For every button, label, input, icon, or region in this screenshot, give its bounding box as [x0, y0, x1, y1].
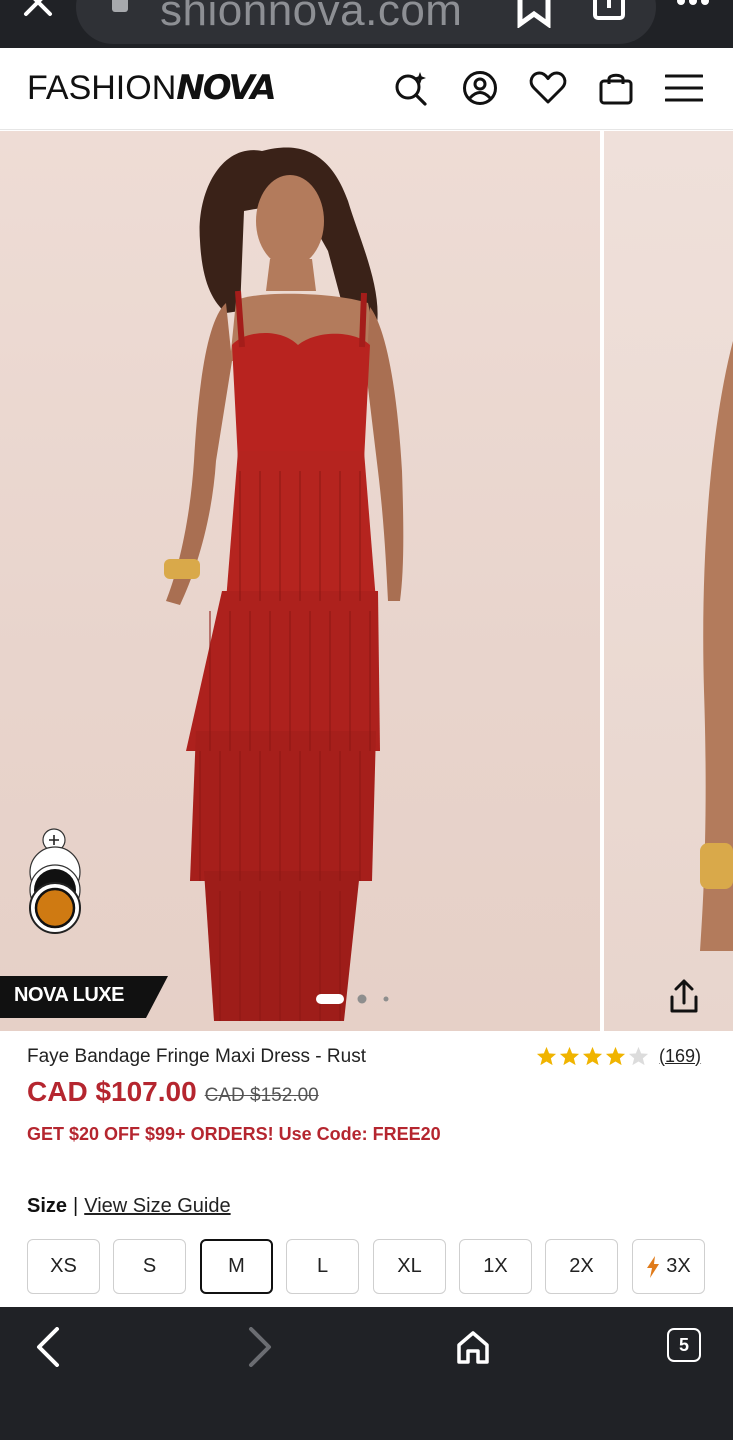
size-option-label: S — [142, 1255, 157, 1277]
size-label: Size — [27, 1195, 68, 1217]
rating-stars — [536, 1046, 649, 1066]
size-option-label: XL — [397, 1255, 422, 1277]
size-option-xl[interactable]: XL — [373, 1239, 446, 1294]
color-swatch-picker[interactable] — [26, 826, 84, 938]
size-option-label: 3X — [666, 1255, 691, 1277]
logo-bold-text: NOVA — [176, 68, 276, 108]
site-header: FASHIONNOVA — [0, 48, 733, 130]
shopping-bag-icon[interactable] — [596, 68, 636, 108]
size-option-xs[interactable]: XS — [27, 1239, 100, 1294]
more-options-icon[interactable] — [676, 0, 710, 6]
sale-price: CAD $107.00 — [27, 1076, 197, 1107]
compare-price: CAD $152.00 — [204, 1085, 319, 1106]
lock-icon — [112, 0, 128, 12]
size-option-s[interactable]: S — [113, 1239, 186, 1294]
size-option-label: XS — [50, 1255, 77, 1277]
hamburger-menu-icon[interactable] — [664, 68, 704, 108]
product-image-next[interactable] — [604, 131, 733, 1031]
size-option-label: L — [316, 1255, 329, 1277]
product-rating[interactable]: (169) — [536, 1044, 701, 1068]
size-separator: | — [73, 1195, 79, 1217]
size-selector: XS S M L XL 1X 2X 3X — [27, 1239, 705, 1294]
promo-banner: GET $20 OFF $99+ ORDERS! Use Code: FREE2… — [27, 1124, 441, 1144]
gallery-pagination-dots[interactable] — [316, 993, 396, 1005]
price-row: CAD $107.00 CAD $152.00 — [27, 1076, 319, 1108]
tabs-count-button[interactable]: 5 — [667, 1328, 701, 1362]
nova-luxe-badge: NOVA LUXE — [0, 976, 168, 1018]
reader-mode-icon[interactable] — [592, 0, 626, 22]
review-count-link[interactable]: (169) — [659, 1046, 701, 1067]
size-label-row: Size | View Size Guide — [27, 1195, 231, 1218]
model-in-dress-image — [164, 147, 404, 1021]
fashion-nova-logo[interactable]: FASHIONNOVA — [27, 68, 277, 108]
low-stock-bolt-icon — [647, 1255, 660, 1278]
product-image-main[interactable] — [0, 131, 600, 1031]
browser-top-bar: shionnova.com — [0, 0, 733, 48]
logo-light-text: FASHION — [27, 69, 177, 107]
browser-bottom-bar: 5 — [0, 1307, 733, 1440]
wishlist-heart-icon[interactable] — [528, 68, 568, 108]
size-option-label: 2X — [569, 1255, 594, 1277]
size-guide-link[interactable]: View Size Guide — [84, 1195, 230, 1217]
size-option-label: M — [228, 1255, 245, 1277]
star-filled-icon — [605, 1046, 626, 1066]
next-image-preview — [700, 341, 733, 951]
star-filled-icon — [559, 1046, 580, 1066]
star-filled-icon — [536, 1046, 557, 1066]
bookmark-icon[interactable] — [514, 0, 554, 28]
forward-icon[interactable] — [238, 1325, 282, 1369]
size-option-l[interactable]: L — [286, 1239, 359, 1294]
star-filled-icon — [582, 1046, 603, 1066]
size-option-1x[interactable]: 1X — [459, 1239, 532, 1294]
close-tab-icon[interactable] — [22, 0, 54, 18]
size-option-3x[interactable]: 3X — [632, 1239, 705, 1294]
star-empty-icon — [628, 1046, 649, 1066]
account-icon[interactable] — [460, 68, 500, 108]
url-text[interactable]: shionnova.com — [160, 0, 462, 36]
share-icon[interactable] — [664, 977, 704, 1017]
back-icon[interactable] — [26, 1325, 70, 1369]
product-image-gallery[interactable]: NOVA LUXE — [0, 131, 733, 1031]
size-option-2x[interactable]: 2X — [545, 1239, 618, 1294]
ai-search-icon[interactable] — [391, 68, 431, 108]
nova-luxe-badge-label: NOVA LUXE — [14, 984, 124, 1006]
home-icon[interactable] — [451, 1325, 495, 1369]
size-option-label: 1X — [483, 1255, 508, 1277]
size-option-m[interactable]: M — [200, 1239, 273, 1294]
product-title: Faye Bandage Fringe Maxi Dress - Rust — [27, 1046, 366, 1067]
